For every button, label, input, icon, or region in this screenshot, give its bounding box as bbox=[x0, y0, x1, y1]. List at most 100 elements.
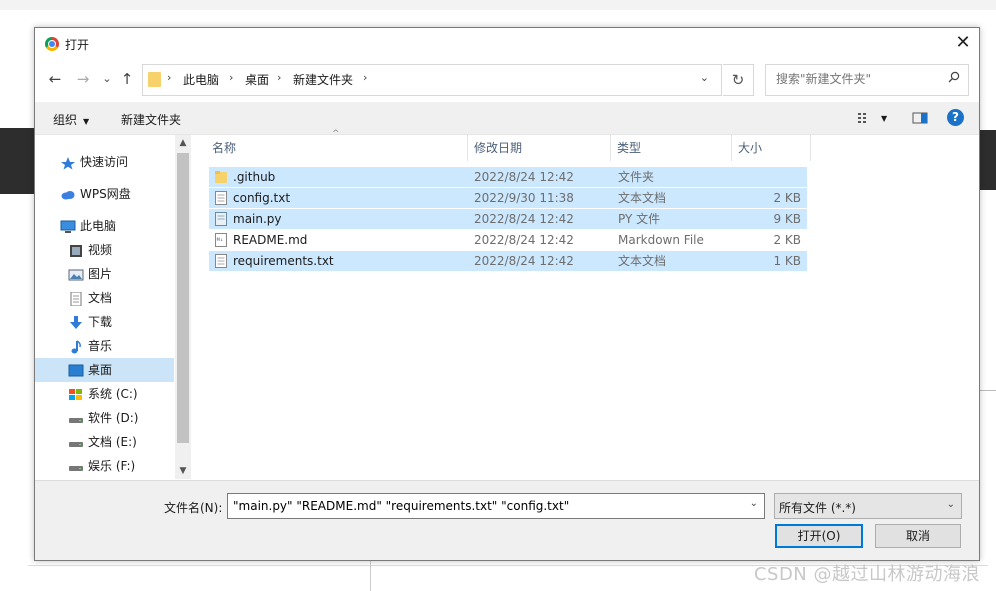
file-date: 2022/8/24 12:42 bbox=[474, 170, 574, 184]
forward-button[interactable]: → bbox=[73, 68, 93, 90]
nav-item-drive-f[interactable]: 娱乐 (F:) bbox=[68, 455, 135, 477]
nav-item-label: 图片 bbox=[88, 267, 113, 281]
breadcrumb-separator[interactable]: › bbox=[229, 71, 233, 84]
open-button[interactable]: 打开(O) bbox=[775, 524, 863, 548]
back-button[interactable]: ← bbox=[45, 68, 65, 90]
file-row-github[interactable]: .github 2022/8/24 12:42 文件夹 bbox=[209, 167, 807, 187]
nav-item-label: 桌面 bbox=[88, 363, 113, 377]
svg-text:M↓: M↓ bbox=[217, 237, 224, 242]
breadcrumb-new-folder[interactable]: 新建文件夹 bbox=[293, 71, 353, 88]
nav-item-label: 文档 bbox=[88, 291, 113, 305]
nav-item-music[interactable]: 音乐 bbox=[68, 335, 112, 357]
recent-locations-button[interactable]: ⌄ bbox=[97, 68, 117, 90]
filename-input[interactable] bbox=[231, 498, 735, 514]
picture-icon bbox=[68, 269, 84, 280]
nav-item-label: 此电脑 bbox=[80, 219, 117, 233]
scroll-up-button[interactable]: ▲ bbox=[175, 135, 191, 151]
breadcrumb-desktop[interactable]: 桌面 bbox=[245, 71, 269, 88]
view-options-icon[interactable] bbox=[857, 110, 873, 126]
view-dropdown-button[interactable]: ▼ bbox=[881, 114, 887, 123]
folder-icon bbox=[148, 72, 161, 87]
search-box[interactable] bbox=[765, 64, 969, 96]
navigation-pane: 快速访问 WPS网盘 此电脑 视频 图片 文档 下载 音乐 桌面 系统 (C:) bbox=[35, 135, 175, 479]
nav-item-wps-cloud[interactable]: WPS网盘 bbox=[60, 183, 131, 205]
scrollbar-thumb[interactable] bbox=[177, 153, 189, 443]
breadcrumb-separator[interactable]: › bbox=[363, 71, 367, 84]
computer-icon bbox=[60, 220, 76, 233]
search-icon[interactable] bbox=[948, 71, 960, 83]
nav-item-pictures[interactable]: 图片 bbox=[68, 263, 112, 285]
breadcrumb-this-pc[interactable]: 此电脑 bbox=[183, 71, 219, 88]
address-dropdown-button[interactable]: ⌄ bbox=[700, 71, 709, 84]
breadcrumb-separator[interactable]: › bbox=[277, 71, 281, 84]
file-name: main.py bbox=[233, 212, 282, 226]
file-name: requirements.txt bbox=[233, 254, 334, 268]
scroll-down-button[interactable]: ▼ bbox=[175, 463, 191, 479]
file-name: README.md bbox=[233, 233, 308, 247]
file-row-main-py[interactable]: main.py 2022/8/24 12:42 PY 文件 9 KB bbox=[209, 209, 807, 229]
refresh-icon: ↻ bbox=[731, 71, 745, 89]
text-file-icon bbox=[215, 191, 227, 205]
breadcrumb-separator[interactable]: › bbox=[167, 71, 171, 84]
help-icon[interactable]: ? bbox=[947, 109, 964, 126]
chevron-down-icon: ▼ bbox=[83, 117, 90, 126]
nav-item-quick-access[interactable]: 快速访问 bbox=[60, 151, 128, 173]
refresh-button[interactable]: ↻ bbox=[723, 64, 754, 96]
column-header-name[interactable]: 名称 bbox=[206, 135, 468, 161]
column-header-type[interactable]: 类型 bbox=[611, 135, 732, 161]
search-input[interactable] bbox=[774, 71, 938, 87]
drive-icon bbox=[69, 441, 83, 447]
file-size: 9 KB bbox=[773, 212, 801, 226]
background-top-strip bbox=[0, 0, 996, 10]
nav-item-drive-e[interactable]: 文档 (E:) bbox=[68, 431, 137, 453]
background-dark-block-right bbox=[978, 130, 996, 190]
star-icon bbox=[61, 156, 75, 169]
nav-item-label: 软件 (D:) bbox=[88, 411, 139, 425]
nav-item-downloads[interactable]: 下载 bbox=[68, 311, 112, 333]
file-name: config.txt bbox=[233, 191, 291, 205]
file-date: 2022/8/24 12:42 bbox=[474, 212, 574, 226]
filename-combobox[interactable]: ⌄ bbox=[227, 493, 765, 519]
chevron-down-icon: ⌄ bbox=[946, 499, 955, 510]
nav-item-label: 快速访问 bbox=[80, 155, 129, 169]
close-button[interactable]: ✕ bbox=[947, 28, 979, 58]
video-icon bbox=[70, 244, 82, 257]
nav-item-label: 娱乐 (F:) bbox=[88, 459, 136, 473]
file-row-requirements[interactable]: requirements.txt 2022/8/24 12:42 文本文档 1 … bbox=[209, 251, 807, 271]
drive-icon bbox=[69, 465, 83, 471]
navigation-scrollbar[interactable]: ▲ ▼ bbox=[175, 135, 191, 479]
file-size: 2 KB bbox=[773, 191, 801, 205]
nav-item-desktop[interactable]: 桌面 bbox=[68, 359, 112, 381]
chrome-icon bbox=[45, 37, 59, 51]
nav-item-videos[interactable]: 视频 bbox=[68, 239, 112, 261]
file-type-filter-value: 所有文件 (*.*) bbox=[779, 501, 856, 515]
column-header-size[interactable]: 大小 bbox=[732, 135, 811, 161]
chevron-down-icon[interactable]: ⌄ bbox=[750, 498, 758, 509]
nav-item-drive-d[interactable]: 软件 (D:) bbox=[68, 407, 138, 429]
python-file-icon bbox=[215, 212, 227, 226]
title-bar[interactable]: 打开 ✕ bbox=[35, 28, 979, 60]
file-type: Markdown File bbox=[618, 233, 704, 247]
nav-item-label: 文档 (E:) bbox=[88, 435, 137, 449]
file-date: 2022/9/30 11:38 bbox=[474, 191, 574, 205]
up-button[interactable]: ↑ bbox=[117, 68, 137, 90]
nav-item-this-pc[interactable]: 此电脑 bbox=[60, 215, 116, 237]
music-icon bbox=[71, 339, 81, 353]
nav-item-drive-c[interactable]: 系统 (C:) bbox=[68, 383, 138, 405]
file-row-config[interactable]: config.txt 2022/9/30 11:38 文本文档 2 KB bbox=[209, 188, 807, 208]
background-dark-block bbox=[0, 128, 36, 194]
nav-item-label: 下载 bbox=[88, 315, 113, 329]
open-file-dialog: 打开 ✕ ← → ⌄ ↑ › 此电脑 › 桌面 › 新建文件夹 › ⌄ ↻ 组织… bbox=[34, 27, 980, 561]
organize-menu[interactable]: 组织 ▼ bbox=[53, 111, 89, 128]
desktop-icon bbox=[68, 364, 84, 376]
new-folder-button[interactable]: 新建文件夹 bbox=[121, 111, 181, 128]
column-header-date[interactable]: 修改日期 bbox=[468, 135, 611, 161]
address-bar[interactable]: › 此电脑 › 桌面 › 新建文件夹 › ⌄ bbox=[142, 64, 722, 96]
watermark: CSDN @越过山林游动海浪 bbox=[753, 564, 980, 585]
cancel-button[interactable]: 取消 bbox=[875, 524, 961, 548]
file-type-filter-select[interactable]: 所有文件 (*.*) ⌄ bbox=[774, 493, 962, 519]
file-row-readme[interactable]: M↓ README.md 2022/8/24 12:42 Markdown Fi… bbox=[209, 230, 807, 250]
nav-item-label: 视频 bbox=[88, 243, 113, 257]
nav-item-documents[interactable]: 文档 bbox=[68, 287, 112, 309]
preview-pane-icon[interactable] bbox=[912, 110, 928, 126]
